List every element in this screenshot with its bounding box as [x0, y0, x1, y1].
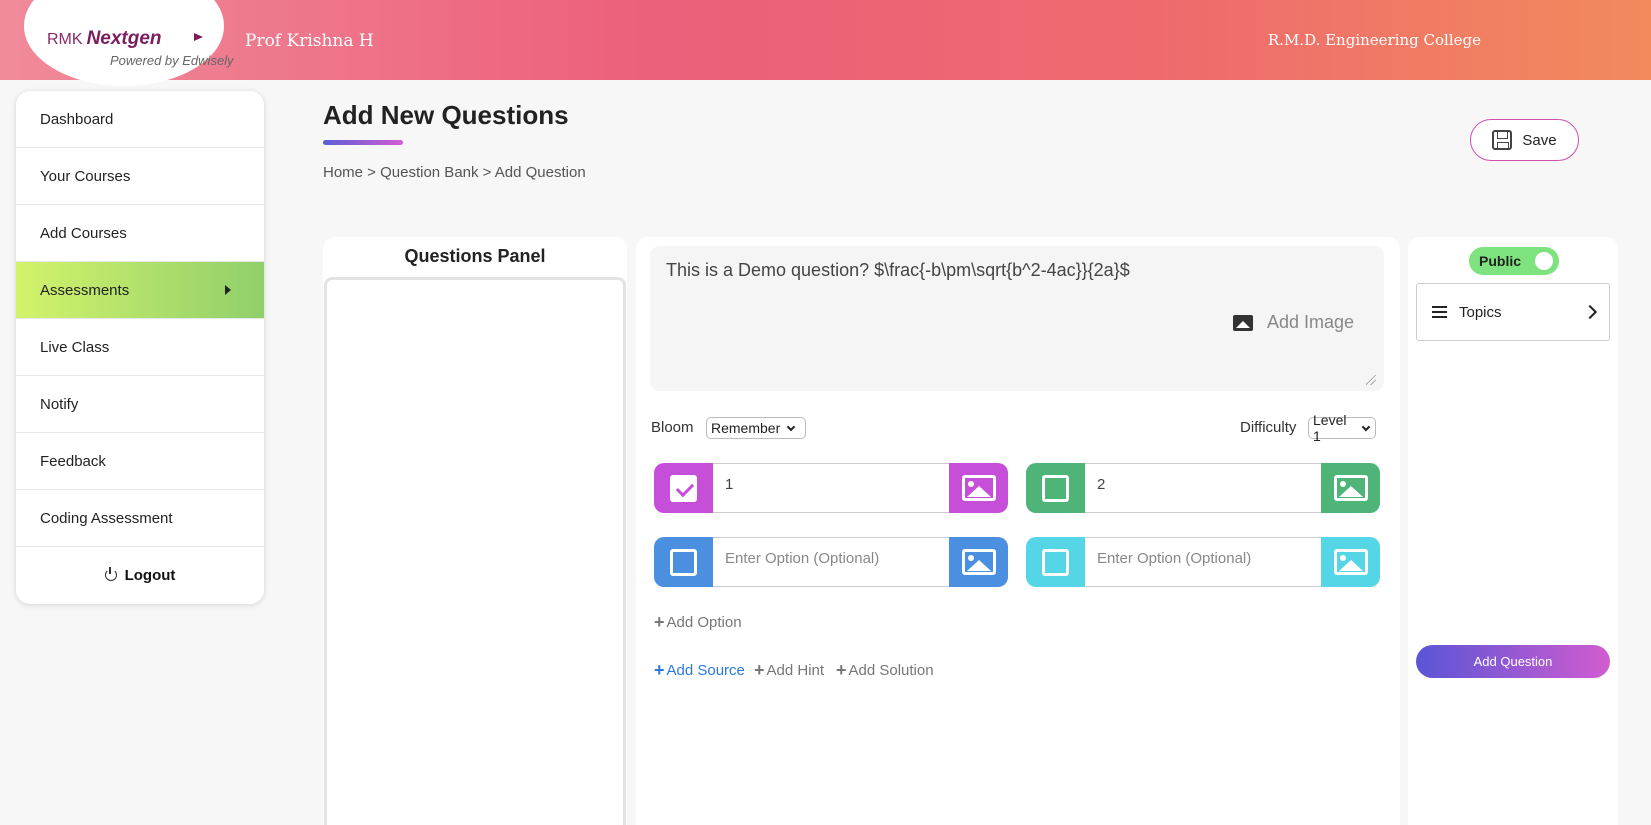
power-icon [104, 567, 117, 581]
sidebar: Dashboard Your Courses Add Courses Asses… [16, 91, 264, 604]
logout-label: Logout [124, 566, 176, 584]
public-toggle[interactable]: Public [1469, 247, 1559, 275]
add-solution-label: Add Solution [848, 662, 934, 679]
question-editor: This is a Demo question? $\frac{-b\pm\sq… [636, 237, 1400, 825]
public-toggle-label: Public [1479, 253, 1522, 269]
question-textarea[interactable]: This is a Demo question? $\frac{-b\pm\sq… [650, 246, 1384, 391]
add-image-button[interactable]: Add Image [1232, 312, 1354, 333]
image-icon [1232, 314, 1253, 331]
option-2-checkbox[interactable] [1026, 463, 1085, 513]
add-hint-button[interactable]: + Add Hint [754, 660, 824, 681]
toggle-knob [1535, 252, 1553, 270]
logo-arrow-icon [194, 33, 203, 41]
sidebar-item-your-courses[interactable]: Your Courses [16, 148, 264, 205]
plus-icon: + [754, 660, 765, 680]
plus-icon: + [836, 660, 847, 680]
bloom-value: Remember [711, 420, 781, 436]
college-name: R.M.D. Engineering College [1267, 31, 1481, 49]
resize-handle[interactable] [1366, 375, 1376, 385]
difficulty-value: Level 1 [1313, 412, 1347, 444]
save-button[interactable]: Save [1470, 119, 1579, 161]
difficulty-select[interactable]: Level 1 [1308, 412, 1376, 444]
topics-button[interactable]: Topics [1416, 283, 1610, 341]
checkbox-icon [1042, 548, 1069, 576]
image-icon [1333, 549, 1368, 575]
sidebar-item-add-courses[interactable]: Add Courses [16, 205, 264, 262]
checkbox-icon [1042, 474, 1069, 502]
image-icon [961, 549, 996, 575]
image-icon [961, 475, 996, 501]
sidebar-item-live-class[interactable]: Live Class [16, 319, 264, 376]
sidebar-item-label: Assessments [40, 281, 130, 299]
option-4: Enter Option (Optional) [1026, 537, 1380, 587]
add-hint-label: Add Hint [766, 662, 825, 679]
add-option-button[interactable]: + Add Option [654, 612, 742, 633]
settings-panel: Public Topics Add Question [1408, 237, 1618, 825]
add-source-label: Add Source [666, 662, 745, 679]
breadcrumb[interactable]: Home > Question Bank > Add Question [323, 164, 586, 181]
top-header: RMK Nextgen Powered by Edwisely Prof Kris… [0, 0, 1651, 86]
option-2: 2 [1026, 463, 1380, 513]
questions-list[interactable] [324, 277, 626, 825]
option-1-checkbox[interactable] [654, 463, 713, 513]
option-1: 1 [654, 463, 1008, 513]
app-logo[interactable]: RMK Nextgen [47, 28, 162, 50]
checkbox-icon [670, 548, 697, 576]
logo-prefix: RMK [47, 31, 83, 48]
sidebar-item-feedback[interactable]: Feedback [16, 433, 264, 490]
add-image-label: Add Image [1266, 312, 1354, 332]
checkbox-checked-icon [670, 474, 697, 502]
menu-icon [1432, 306, 1447, 318]
option-4-image-button[interactable] [1321, 537, 1380, 587]
sidebar-item-label: Notify [40, 395, 79, 413]
option-3-input[interactable]: Enter Option (Optional) [713, 537, 949, 587]
page-title: Add New Questions [323, 100, 569, 130]
option-1-image-button[interactable] [949, 463, 1008, 513]
questions-panel: Questions Panel [323, 237, 627, 825]
sidebar-item-dashboard[interactable]: Dashboard [16, 91, 264, 148]
image-icon [1333, 475, 1368, 501]
caret-right-icon [225, 285, 231, 295]
sidebar-item-label: Coding Assessment [40, 509, 173, 527]
add-solution-button[interactable]: + Add Solution [836, 660, 934, 681]
sidebar-item-coding-assessment[interactable]: Coding Assessment [16, 490, 264, 547]
sidebar-item-notify[interactable]: Notify [16, 376, 264, 433]
option-3-image-button[interactable] [949, 537, 1008, 587]
sidebar-item-label: Your Courses [40, 167, 131, 185]
plus-icon: + [654, 612, 665, 632]
option-3-checkbox[interactable] [654, 537, 713, 587]
logo-tagline: Powered by Edwisely [110, 53, 234, 68]
add-question-button[interactable]: Add Question [1416, 645, 1610, 678]
add-source-button[interactable]: + Add Source [654, 660, 745, 681]
logout-button[interactable]: Logout [16, 547, 264, 603]
option-4-input[interactable]: Enter Option (Optional) [1085, 537, 1321, 587]
save-label: Save [1522, 131, 1557, 149]
bloom-label: Bloom [651, 419, 694, 436]
chevron-down-icon [1361, 422, 1371, 431]
option-2-input[interactable]: 2 [1085, 463, 1321, 513]
questions-panel-title: Questions Panel [404, 246, 546, 266]
sidebar-item-label: Add Courses [40, 224, 127, 242]
title-underline [323, 140, 403, 145]
sidebar-item-label: Feedback [40, 452, 106, 470]
sidebar-item-label: Dashboard [40, 110, 114, 128]
bloom-select[interactable]: Remember [706, 417, 806, 439]
option-3: Enter Option (Optional) [654, 537, 1008, 587]
difficulty-label: Difficulty [1240, 419, 1297, 436]
chevron-down-icon [787, 422, 796, 431]
topics-label: Topics [1459, 303, 1502, 321]
sidebar-item-assessments[interactable]: Assessments [16, 262, 264, 319]
option-2-image-button[interactable] [1321, 463, 1380, 513]
add-option-label: Add Option [666, 614, 742, 631]
logo-name: Nextgen [86, 28, 162, 49]
sidebar-item-label: Live Class [40, 338, 110, 356]
user-name: Prof Krishna H [245, 31, 374, 51]
save-icon [1492, 130, 1513, 150]
plus-icon: + [654, 660, 665, 680]
option-1-input[interactable]: 1 [713, 463, 949, 513]
option-4-checkbox[interactable] [1026, 537, 1085, 587]
chevron-right-icon [1582, 304, 1598, 320]
question-text: This is a Demo question? $\frac{-b\pm\sq… [666, 260, 1130, 280]
